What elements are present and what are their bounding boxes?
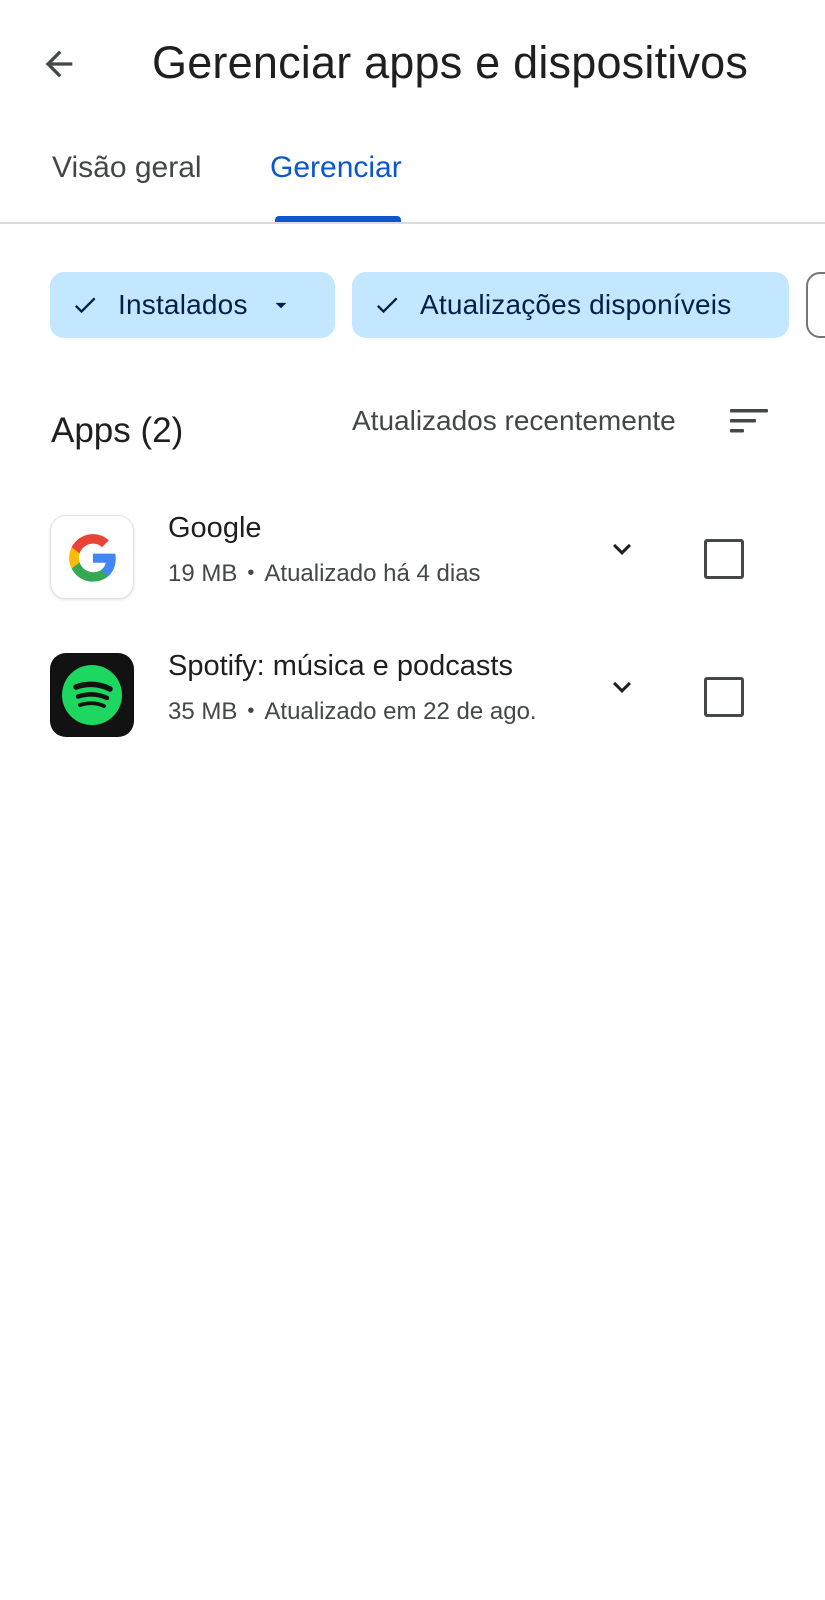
app-list-item[interactable]: Google 19 MB • Atualizado há 4 dias — [0, 505, 825, 615]
tab-manage[interactable]: Gerenciar — [270, 148, 402, 188]
app-meta: 19 MB • Atualizado há 4 dias — [168, 557, 481, 590]
select-checkbox[interactable] — [704, 677, 744, 717]
tab-overview[interactable]: Visão geral — [52, 148, 202, 188]
select-checkbox[interactable] — [704, 539, 744, 579]
check-icon — [372, 290, 402, 320]
filter-chip-installed[interactable]: Instalados — [50, 272, 335, 338]
top-app-bar: Gerenciar apps e dispositivos — [0, 0, 825, 125]
tab-selected-indicator — [275, 216, 401, 222]
sort-button-label[interactable]: Atualizados recentemente — [352, 403, 676, 439]
meta-separator: • — [247, 700, 255, 722]
app-list-item[interactable]: Spotify: música e podcasts 35 MB • Atualiz… — [0, 643, 825, 753]
filter-chip-updates[interactable]: Atualizações disponíveis — [352, 272, 789, 338]
filter-chip-label: Instalados — [118, 289, 248, 320]
app-updated: Atualizado há 4 dias — [264, 560, 481, 587]
apps-count-heading: Apps (2) — [51, 411, 184, 450]
spotify-logo-icon — [50, 653, 134, 737]
dropdown-arrow-icon — [268, 292, 294, 318]
back-button[interactable] — [30, 35, 88, 93]
google-logo-icon — [50, 515, 134, 599]
arrow-left-icon — [45, 50, 73, 78]
filter-chips: Instalados Atualizações disponíveis — [0, 272, 825, 340]
apps-section-header: Apps (2) Atualizados recentemente — [0, 395, 825, 465]
sort-icon[interactable] — [728, 403, 772, 439]
page-title: Gerenciar apps e dispositivos — [152, 37, 749, 88]
expand-button[interactable] — [604, 531, 640, 567]
tab-bar: Visão geral Gerenciar — [0, 130, 825, 224]
app-size: 19 MB — [168, 560, 238, 587]
app-updated: Atualizado em 22 de ago. — [264, 698, 537, 725]
chevron-down-icon — [613, 681, 631, 693]
app-name: Spotify: música e podcasts — [168, 650, 513, 682]
filter-chip-more[interactable] — [806, 272, 825, 338]
check-icon — [70, 290, 100, 320]
chevron-down-icon — [613, 543, 631, 555]
app-name: Google — [168, 512, 262, 544]
expand-button[interactable] — [604, 669, 640, 705]
app-size: 35 MB — [168, 698, 238, 725]
app-meta: 35 MB • Atualizado em 22 de ago. — [168, 695, 537, 728]
filter-chip-label: Atualizações disponíveis — [420, 289, 732, 320]
meta-separator: • — [247, 562, 255, 584]
